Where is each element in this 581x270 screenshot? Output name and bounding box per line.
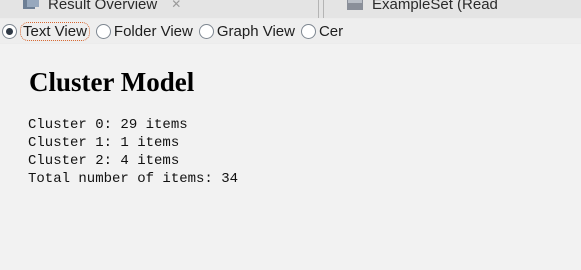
radio-button[interactable] (2, 23, 17, 39)
cluster-summary: Cluster 0: 29 items Cluster 1: 1 items C… (28, 116, 238, 188)
tab-divider (323, 0, 324, 18)
radio-label: Graph View (216, 22, 295, 40)
close-icon[interactable]: ✕ (171, 0, 181, 11)
radio-selected-dot (6, 27, 13, 35)
radio-label: Folder View (113, 22, 193, 40)
tab-result-overview[interactable]: Result Overview ✕ (22, 0, 181, 17)
cluster-line: Cluster 1: 1 items (28, 135, 180, 151)
radio-text-view[interactable]: Text View (2, 21, 90, 41)
radio-label: Text View (20, 21, 90, 41)
view-selector: Text View Folder View Graph View Cer (0, 19, 581, 43)
total-items-line: Total number of items: 34 (28, 171, 239, 187)
radio-button[interactable] (300, 23, 316, 39)
tab-strip: Result Overview ✕ ExampleSet (Read (0, 0, 581, 18)
result-overview-icon (22, 0, 40, 11)
tab-divider (318, 0, 319, 18)
radio-button[interactable] (198, 23, 214, 39)
tab-exampleset[interactable]: ExampleSet (Read (346, 0, 498, 17)
radio-folder-view[interactable]: Folder View (95, 22, 193, 40)
cluster-line: Cluster 0: 29 items (28, 117, 188, 133)
cluster-line: Cluster 2: 4 items (28, 153, 180, 169)
text-view-panel: Cluster Model Cluster 0: 29 items Cluste… (0, 44, 581, 270)
radio-label: Cer (318, 22, 344, 40)
radio-centroid-view[interactable]: Cer (300, 22, 344, 40)
tab-label: ExampleSet (Read (372, 0, 498, 13)
tab-label: Result Overview (48, 0, 158, 13)
exampleset-icon (346, 0, 364, 11)
radio-graph-view[interactable]: Graph View (198, 22, 295, 40)
radio-button[interactable] (95, 23, 111, 39)
page-title: Cluster Model (29, 67, 195, 97)
